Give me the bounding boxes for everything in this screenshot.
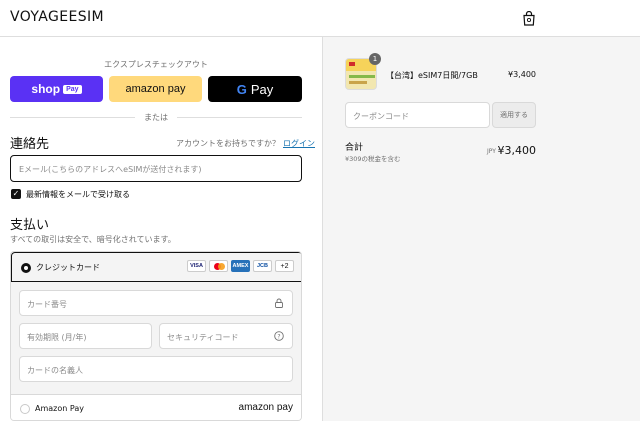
total-amount: ¥3,400 bbox=[497, 144, 537, 157]
lock-icon bbox=[275, 298, 283, 308]
amex-icon: AMEX bbox=[231, 260, 250, 272]
security-code-placeholder: セキュリティコード bbox=[167, 333, 239, 342]
newsletter-checkbox[interactable]: ✓ bbox=[11, 189, 21, 199]
more-brands-badge: +2 bbox=[275, 260, 294, 272]
google-pay-label: Pay bbox=[250, 81, 274, 97]
login-prompt-row: アカウントをお持ちですか？ ログイン bbox=[176, 138, 315, 149]
coupon-placeholder: クーポンコード bbox=[353, 112, 409, 121]
payment-security-note: すべての取引は安全で、暗号化されています。 bbox=[10, 235, 176, 244]
cardholder-name-field[interactable]: カードの名義人 bbox=[19, 356, 293, 382]
payment-heading: 支払い bbox=[10, 218, 50, 233]
total-label: 合計 bbox=[345, 143, 364, 153]
security-code-field[interactable]: セキュリティコード ? bbox=[159, 323, 293, 349]
express-checkout-title: エクスプレスチェックアウト bbox=[104, 60, 208, 69]
shop-pay-button[interactable]: shop Pay bbox=[10, 76, 103, 102]
card-number-field[interactable]: カード番号 bbox=[19, 290, 293, 316]
shop-pay-word: shop bbox=[31, 82, 61, 96]
visa-icon: VISA bbox=[187, 260, 206, 272]
google-pay-button[interactable]: G Pay bbox=[208, 76, 302, 102]
amazon-pay-logo: amazon pay bbox=[238, 402, 293, 413]
product-name: 【台湾】eSIM7日間/7GB bbox=[386, 71, 478, 80]
store-brand[interactable]: VOYAGEESIM bbox=[10, 9, 104, 25]
amazon-pay-option-label: Amazon Pay bbox=[35, 404, 84, 413]
mastercard-icon bbox=[209, 260, 228, 272]
email-field[interactable]: Eメール(こちらのアドレスへeSIMが送付されます) bbox=[10, 155, 302, 182]
amazon-pay-label: amazon pay bbox=[125, 83, 186, 95]
contact-heading: 連絡先 bbox=[10, 137, 50, 152]
amazon-pay-button[interactable]: amazon pay bbox=[109, 76, 202, 102]
card-brand-logos: VISA AMEX JCB +2 bbox=[187, 260, 294, 272]
credit-card-option[interactable]: クレジットカード VISA AMEX JCB +2 bbox=[11, 252, 301, 282]
credit-card-form: カード番号 有効期限 (月/年) セキュリティコード ? カードの名義人 bbox=[11, 282, 301, 404]
apply-coupon-button[interactable]: 適用する bbox=[492, 102, 536, 128]
login-prompt: アカウントをお持ちですか？ bbox=[176, 139, 280, 148]
email-placeholder: Eメール(こちらのアドレスへeSIMが送付されます) bbox=[19, 165, 202, 174]
card-number-placeholder: カード番号 bbox=[27, 300, 67, 309]
login-link[interactable]: ログイン bbox=[283, 139, 315, 148]
google-g-icon: G bbox=[236, 81, 247, 97]
order-summary-panel bbox=[322, 37, 640, 421]
coupon-input[interactable]: クーポンコード bbox=[345, 102, 490, 128]
credit-card-label: クレジットカード bbox=[36, 263, 100, 272]
amazon-pay-option[interactable]: Amazon Pay amazon pay bbox=[11, 394, 301, 420]
expiry-field[interactable]: 有効期限 (月/年) bbox=[19, 323, 152, 349]
amazon-pay-radio[interactable] bbox=[20, 404, 30, 414]
tax-note: ¥309の税金を含む bbox=[345, 155, 401, 163]
expiry-placeholder: 有効期限 (月/年) bbox=[27, 333, 87, 342]
currency-code: JPY bbox=[487, 148, 496, 155]
help-icon[interactable]: ? bbox=[274, 331, 284, 341]
shop-pay-badge: Pay bbox=[63, 84, 82, 94]
svg-text:?: ? bbox=[277, 333, 280, 340]
payment-methods: クレジットカード VISA AMEX JCB +2 カード番号 有効期限 (月/… bbox=[10, 251, 302, 421]
shopping-bag-icon[interactable] bbox=[522, 11, 536, 26]
quantity-badge: 1 bbox=[369, 53, 381, 65]
product-price: ¥3,400 bbox=[508, 70, 536, 79]
or-label: または bbox=[144, 113, 168, 122]
header: VOYAGEESIM bbox=[0, 0, 640, 37]
jcb-icon: JCB bbox=[253, 260, 272, 272]
newsletter-label: 最新情報をメールで受け取る bbox=[26, 190, 130, 199]
cardholder-name-placeholder: カードの名義人 bbox=[27, 366, 83, 375]
credit-card-radio[interactable] bbox=[21, 263, 31, 273]
